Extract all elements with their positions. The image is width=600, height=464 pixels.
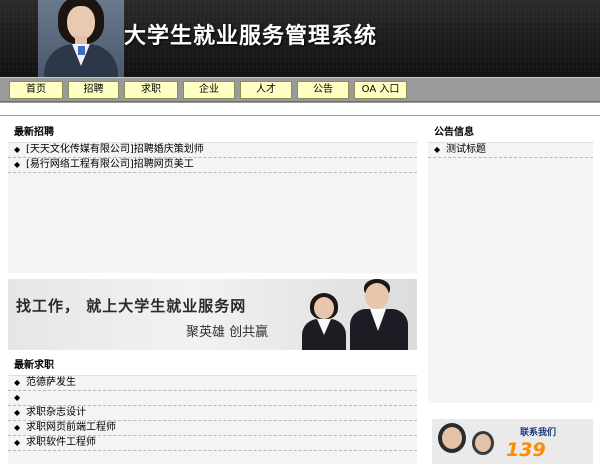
jobseek-item[interactable]: ◆ xyxy=(8,391,417,406)
banner-slogan: 找工作， 就上大学生就业服务网 xyxy=(16,297,247,315)
bullet-icon: ◆ xyxy=(14,408,21,417)
page: 大学生就业服务管理系统 首页 招聘 求职 企业 人才 公告 OA 入口 最新招聘… xyxy=(0,0,600,464)
nav-home[interactable]: 首页 xyxy=(9,81,63,99)
jobseek-item[interactable]: ◆ 求职杂志设计 xyxy=(8,406,417,421)
nav-notice[interactable]: 公告 xyxy=(297,81,349,99)
banner-subslogan: 聚英雄 创共赢 xyxy=(186,325,269,340)
bullet-icon: ◆ xyxy=(14,438,21,447)
jobseek-item[interactable]: ◆ 求职网页前端工程师 xyxy=(8,421,417,436)
bullet-icon: ◆ xyxy=(14,393,21,402)
nav-recruit[interactable]: 招聘 xyxy=(68,81,119,99)
nav-oa[interactable]: OA 入口 xyxy=(354,81,407,99)
promo-banner: 找工作， 就上大学生就业服务网 聚英雄 创共赢 xyxy=(8,279,417,350)
recruit-heading: 最新招聘 xyxy=(8,123,417,143)
jobseek-heading: 最新求职 xyxy=(8,356,417,376)
jobseek-item[interactable]: ◆ 范德萨发生 xyxy=(8,376,417,391)
recruit-item[interactable]: ◆ [天天文化传媒有限公司]招聘婚庆策划师 xyxy=(8,143,417,158)
notice-panel: 公告信息 ◆ 测试标题 xyxy=(428,123,593,403)
jobseek-item[interactable]: ◆ 求职软件工程师 xyxy=(8,436,417,451)
site-header: 大学生就业服务管理系统 xyxy=(0,0,600,77)
nav-jobseek[interactable]: 求职 xyxy=(124,81,178,99)
bullet-icon: ◆ xyxy=(14,378,21,387)
divider-strip xyxy=(0,102,600,116)
contact-banner[interactable]: 联系我们 139 xyxy=(432,419,593,464)
main-nav: 首页 招聘 求职 企业 人才 公告 OA 入口 xyxy=(0,77,600,102)
operator-figure-icon xyxy=(438,423,466,453)
bullet-icon: ◆ xyxy=(14,145,21,154)
bullet-icon: ◆ xyxy=(14,160,21,169)
jobseek-panel: 最新求职 ◆ 范德萨发生 ◆ ◆ 求职杂志设计 ◆ 求职网页前端工程师 ◆ 求职软件工程… xyxy=(8,356,417,464)
notice-heading: 公告信息 xyxy=(428,123,593,143)
bullet-icon: ◆ xyxy=(434,145,441,154)
bullet-icon: ◆ xyxy=(14,423,21,432)
recruit-item[interactable]: ◆ [易行网络工程有限公司]招聘网页美工 xyxy=(8,158,417,173)
nav-company[interactable]: 企业 xyxy=(183,81,235,99)
contact-number: 139 xyxy=(506,439,546,461)
header-photo xyxy=(38,0,124,77)
site-title: 大学生就业服务管理系统 xyxy=(124,23,378,49)
nav-talent[interactable]: 人才 xyxy=(240,81,292,99)
notice-item[interactable]: ◆ 测试标题 xyxy=(428,143,593,158)
recruit-panel: 最新招聘 ◆ [天天文化传媒有限公司]招聘婚庆策划师 ◆ [易行网络工程有限公司]招… xyxy=(8,123,417,273)
banner-man-figure xyxy=(348,279,417,350)
contact-label: 联系我们 xyxy=(520,428,557,438)
operator-figure-icon xyxy=(472,431,494,455)
